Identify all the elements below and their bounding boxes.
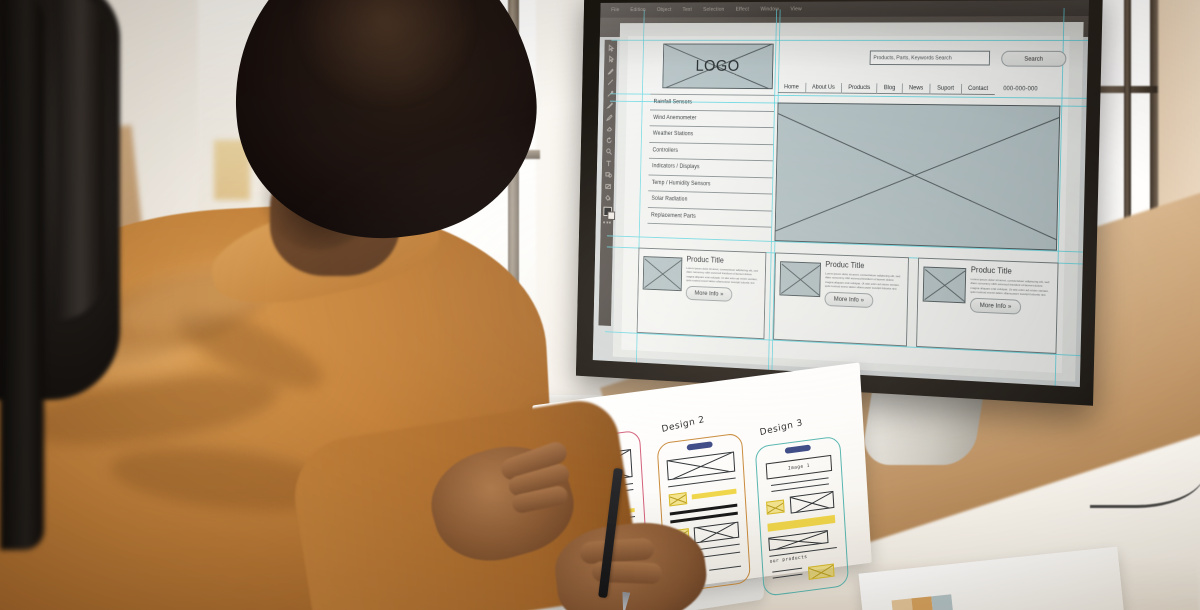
sketch-label-design-3: Design 3 xyxy=(759,418,804,439)
office-chair-backrest xyxy=(58,0,104,320)
sketch-thumb-highlight xyxy=(766,499,785,515)
sketch-thumb-highlight xyxy=(668,492,688,507)
site-search-input[interactable]: Products, Parts, Keywords Search xyxy=(869,50,991,66)
guide-horizontal xyxy=(611,39,1090,41)
photo-scene: File Edition Object Text Selection Effec… xyxy=(0,0,1200,610)
nav-item-news[interactable]: News xyxy=(902,82,930,95)
nav-item-contact[interactable]: Contact xyxy=(961,82,995,96)
sketch-design-3: Design 3 Image 1 our products xyxy=(754,418,850,597)
category-sidebar[interactable]: Rainfall Sensors Wind Anemometer Weather… xyxy=(647,93,775,228)
more-info-label: More Info xyxy=(833,295,859,304)
product-card-body: Produc Title Lorem ipsum dolor sit amet,… xyxy=(685,255,761,333)
menu-item-selection[interactable]: Selection xyxy=(703,7,724,13)
site-search-button[interactable]: Search xyxy=(1001,50,1067,67)
product-card-body: Produc Title Lorem ipsum dolor sit amet,… xyxy=(824,260,904,340)
selection-tool-icon[interactable] xyxy=(607,43,615,51)
more-info-button[interactable]: More Info » xyxy=(685,285,733,302)
color-swatch-strip xyxy=(891,594,954,610)
menu-item-file[interactable]: File xyxy=(611,7,619,13)
chevron-right-icon: » xyxy=(720,291,724,298)
product-title: Produc Title xyxy=(686,254,724,265)
product-title: Produc Title xyxy=(825,260,865,271)
type-tool-icon[interactable] xyxy=(604,159,612,167)
brush-tool-icon[interactable] xyxy=(606,101,614,109)
product-description: Lorem ipsum dolor sit amet, consectetuer… xyxy=(686,266,758,285)
product-image-placeholder xyxy=(922,266,967,304)
sidebar-item-wind-anemometer[interactable]: Wind Anemometer xyxy=(649,109,774,129)
product-image-placeholder xyxy=(642,256,683,292)
swatch-sample xyxy=(931,594,954,610)
more-info-label: More Info xyxy=(694,290,719,298)
shape-tool-icon[interactable] xyxy=(604,170,612,178)
wireframe-page: LOGO Products, Parts, Keywords Search Se… xyxy=(604,8,1090,388)
zoom-tool-icon[interactable] xyxy=(605,147,613,155)
chevron-right-icon: » xyxy=(860,297,865,304)
sidebar-item-replacement-parts[interactable]: Replacement Parts xyxy=(647,207,772,228)
design-application: File Edition Object Text Selection Effec… xyxy=(592,0,1090,388)
nav-item-home[interactable]: Home xyxy=(777,81,806,94)
pen-tool-icon[interactable] xyxy=(606,67,614,75)
menu-item-effect[interactable]: Effect xyxy=(736,7,750,13)
logo-placeholder[interactable]: LOGO xyxy=(662,43,774,90)
pencil-tool-icon[interactable] xyxy=(605,113,613,121)
site-search-placeholder: Products, Parts, Keywords Search xyxy=(873,54,952,61)
eraser-tool-icon[interactable] xyxy=(605,124,613,132)
nav-item-products[interactable]: Products xyxy=(841,82,877,94)
swatch-mode-dots[interactable] xyxy=(603,220,611,224)
monitor-stand xyxy=(860,393,984,465)
site-navigation[interactable]: Home About Us Products Blog News Suport xyxy=(777,80,1061,98)
line-tool-icon[interactable] xyxy=(606,78,614,86)
nav-item-about-us[interactable]: About Us xyxy=(805,81,842,94)
more-info-button[interactable]: More Info » xyxy=(824,291,874,309)
chevron-right-icon: » xyxy=(1007,303,1012,311)
product-description: Lorem ipsum dolor sit amet, consectetuer… xyxy=(824,271,901,291)
logo-text: LOGO xyxy=(695,56,740,75)
app-canvas[interactable]: LOGO Products, Parts, Keywords Search Se… xyxy=(604,8,1090,388)
nav-item-suport[interactable]: Suport xyxy=(930,82,961,95)
more-info-label: More Info xyxy=(979,302,1007,311)
sketch-image-label: Image 1 xyxy=(787,463,811,472)
hero-image-placeholder[interactable] xyxy=(774,102,1061,251)
paint-bucket-tool-icon[interactable] xyxy=(604,193,612,202)
sidebar-item-rainfall-sensors[interactable]: Rainfall Sensors xyxy=(650,93,775,112)
menu-item-object[interactable]: Object xyxy=(657,7,672,13)
gradient-tool-icon[interactable] xyxy=(604,182,612,190)
monitor-screen: File Edition Object Text Selection Effec… xyxy=(592,0,1090,388)
product-description: Lorem ipsum dolor sit amet, consectetuer… xyxy=(970,277,1050,297)
nav-item-blog[interactable]: Blog xyxy=(877,82,902,95)
computer-monitor: File Edition Object Text Selection Effec… xyxy=(575,0,1104,406)
sketch-label-design-2: Design 2 xyxy=(661,414,706,435)
product-card[interactable]: Produc Title Lorem ipsum dolor sit amet,… xyxy=(916,257,1059,354)
fill-stroke-swatch[interactable] xyxy=(602,206,612,217)
product-title: Produc Title xyxy=(970,265,1012,276)
product-card-row: Produc Title Lorem ipsum dolor sit amet,… xyxy=(636,247,1059,354)
menu-item-view[interactable]: View xyxy=(790,6,801,12)
direct-select-tool-icon[interactable] xyxy=(607,55,615,63)
product-card[interactable]: Produc Title Lorem ipsum dolor sit amet,… xyxy=(773,252,909,347)
product-card-body: Produc Title Lorem ipsum dolor sit amet,… xyxy=(969,265,1052,347)
product-card[interactable]: Produc Title Lorem ipsum dolor sit amet,… xyxy=(636,247,767,340)
contact-phone: 000-000-000 xyxy=(1003,86,1038,93)
product-image-placeholder xyxy=(779,261,821,298)
office-chair-edge xyxy=(0,0,44,550)
app-menubar[interactable]: File Edition Object Text Selection Effec… xyxy=(600,0,1090,18)
more-info-button[interactable]: More Info » xyxy=(969,297,1022,315)
menu-item-text[interactable]: Text xyxy=(682,7,692,13)
rotate-tool-icon[interactable] xyxy=(605,136,613,144)
